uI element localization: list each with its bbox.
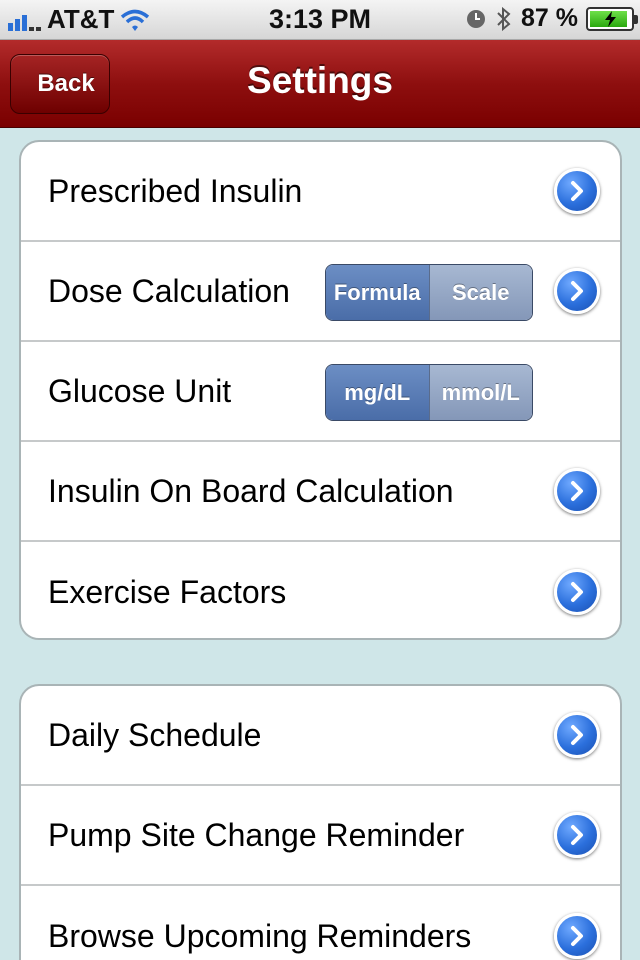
row-dose-calculation[interactable]: Dose Calculation Formula Scale	[21, 242, 620, 342]
dose-calculation-segmented-control[interactable]: Formula Scale	[325, 264, 533, 321]
chevron-right-icon[interactable]	[554, 812, 600, 858]
clock-icon	[467, 9, 486, 28]
segment-scale[interactable]: Scale	[428, 265, 532, 320]
navigation-bar: Back Settings	[0, 40, 640, 128]
status-right: 87 %	[465, 4, 638, 33]
row-label: Glucose Unit	[48, 372, 232, 409]
row-label: Browse Upcoming Reminders	[48, 917, 472, 954]
row-browse-upcoming-reminders[interactable]: Browse Upcoming Reminders	[21, 886, 620, 960]
row-label: Pump Site Change Reminder	[48, 816, 465, 853]
chevron-right-icon[interactable]	[554, 569, 600, 615]
battery-percent: 87 %	[521, 4, 578, 32]
row-daily-schedule[interactable]: Daily Schedule	[21, 686, 620, 786]
segment-mmol-l[interactable]: mmol/L	[428, 365, 532, 420]
glucose-unit-segmented-control[interactable]: mg/dL mmol/L	[325, 364, 533, 421]
row-label: Exercise Factors	[48, 573, 287, 610]
status-bar: AT&T 3:13 PM 87 %	[0, 0, 640, 40]
chevron-right-icon[interactable]	[554, 913, 600, 959]
row-exercise-factors[interactable]: Exercise Factors	[21, 542, 620, 638]
row-label: Prescribed Insulin	[48, 172, 303, 209]
row-glucose-unit[interactable]: Glucose Unit mg/dL mmol/L	[21, 342, 620, 442]
row-label: Daily Schedule	[48, 716, 262, 753]
chevron-right-icon[interactable]	[554, 268, 600, 314]
segment-mg-dl[interactable]: mg/dL	[326, 365, 429, 420]
battery-charging-icon	[586, 6, 638, 31]
bluetooth-icon	[497, 6, 511, 31]
row-prescribed-insulin[interactable]: Prescribed Insulin	[21, 142, 620, 242]
row-pump-site-change-reminder[interactable]: Pump Site Change Reminder	[21, 786, 620, 886]
row-label: Dose Calculation	[48, 272, 290, 309]
chevron-right-icon[interactable]	[554, 168, 600, 214]
settings-group-2: Daily Schedule Pump Site Change Reminder…	[19, 684, 622, 960]
page-title: Settings	[247, 60, 393, 101]
segment-formula[interactable]: Formula	[326, 265, 429, 320]
chevron-right-icon[interactable]	[554, 468, 600, 514]
row-insulin-on-board[interactable]: Insulin On Board Calculation	[21, 442, 620, 542]
row-label: Insulin On Board Calculation	[48, 472, 454, 509]
settings-group-1: Prescribed Insulin Dose Calculation Form…	[19, 140, 622, 640]
chevron-right-icon[interactable]	[554, 712, 600, 758]
